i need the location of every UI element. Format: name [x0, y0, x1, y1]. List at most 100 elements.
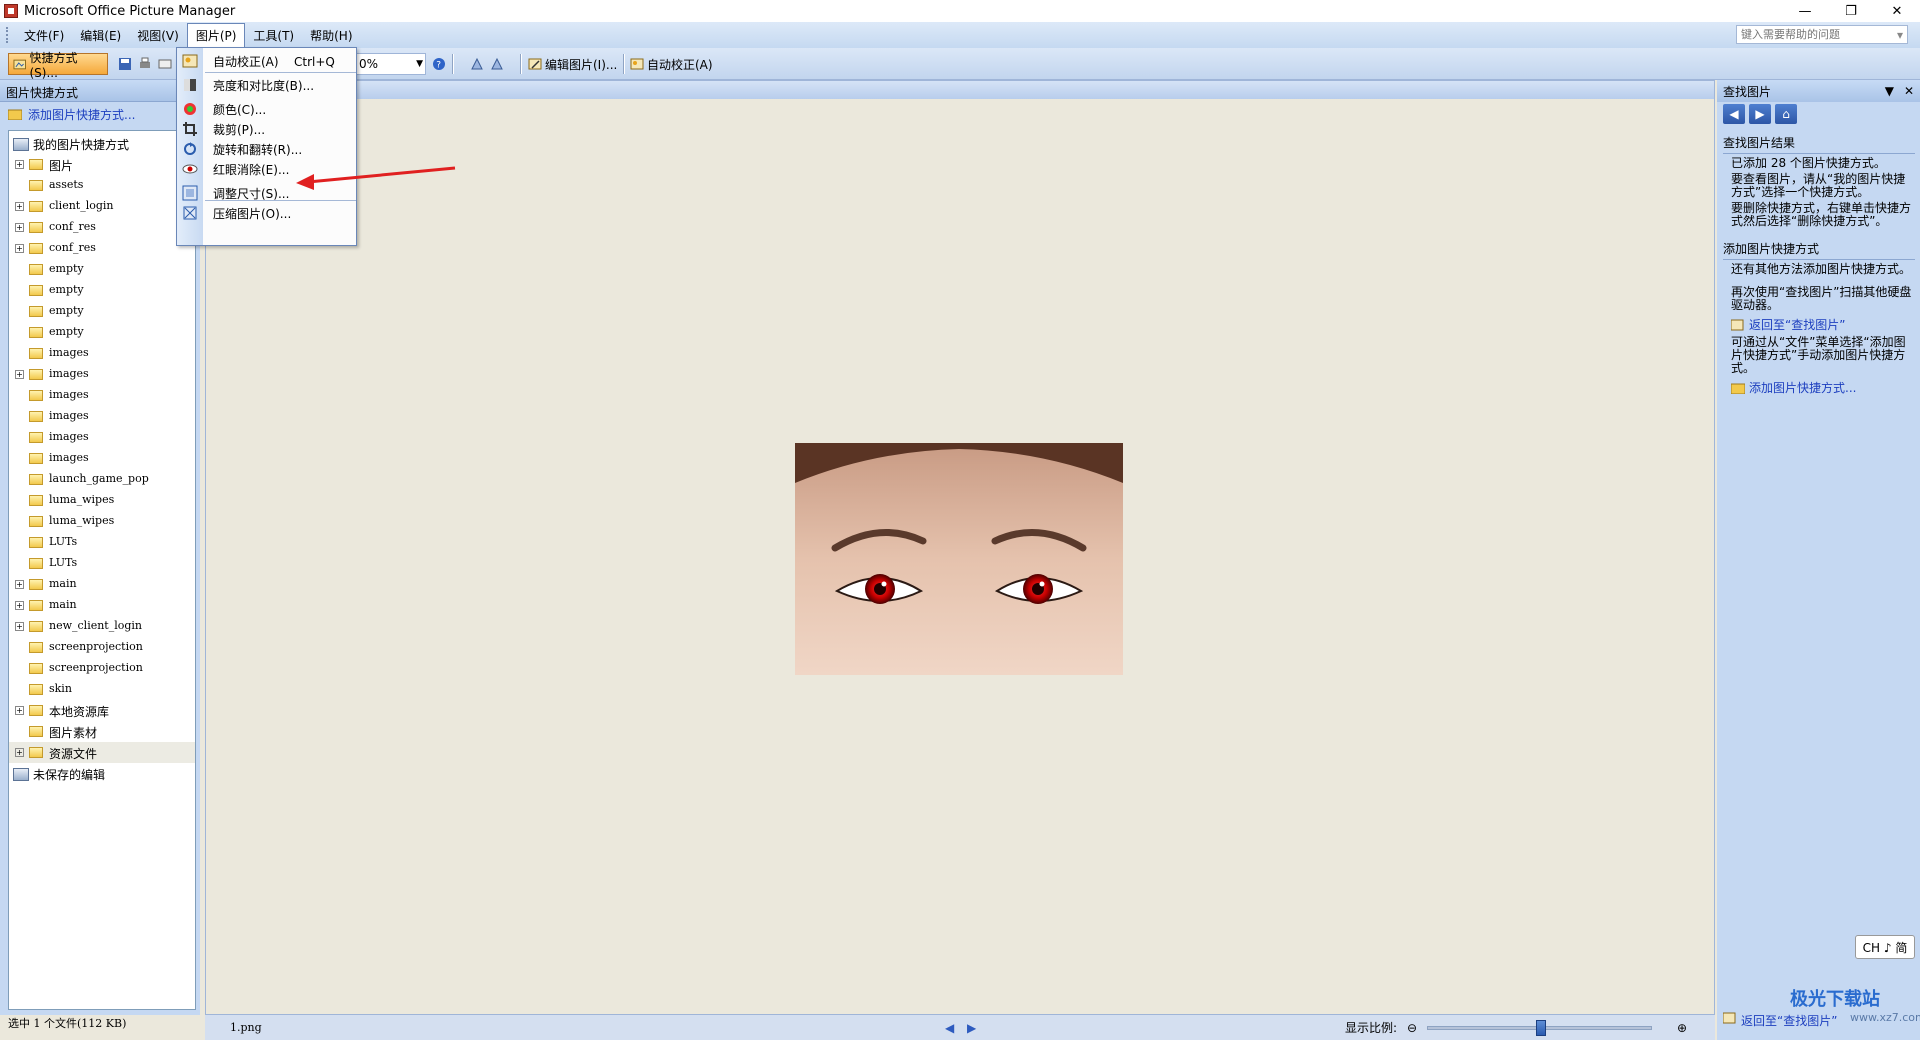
add-shortcut-link[interactable]: 添加图片快捷方式...: [0, 102, 200, 126]
mail-icon[interactable]: [158, 57, 172, 71]
expand-toggle-icon[interactable]: +: [15, 370, 24, 379]
tree-item[interactable]: luma_wipes: [9, 490, 195, 511]
tree-item[interactable]: + main: [9, 574, 195, 595]
zoom-in-icon[interactable]: ⊕: [1677, 1021, 1687, 1035]
tree-item[interactable]: + conf_res: [9, 238, 195, 259]
tree-item[interactable]: launch_game_pop: [9, 469, 195, 490]
tree-item[interactable]: + 资源文件: [9, 742, 195, 763]
rotate-right-icon[interactable]: [490, 57, 504, 71]
results-delete-text: 要删除快捷方式，右键单击快捷方式然后选择“删除快捷方式”。: [1731, 201, 1912, 228]
rotate-left-icon[interactable]: [470, 57, 484, 71]
tree-item[interactable]: skin: [9, 679, 195, 700]
close-button[interactable]: ✕: [1874, 0, 1920, 22]
watermark-url: www.xz7.com: [1850, 1011, 1920, 1024]
print-icon[interactable]: [138, 57, 152, 71]
next-arrow-icon[interactable]: ▶: [967, 1021, 976, 1035]
tree-item[interactable]: + 图片: [9, 154, 195, 175]
tree-root[interactable]: 我的图片快捷方式: [9, 133, 195, 154]
expand-toggle-icon[interactable]: +: [15, 580, 24, 589]
crop-icon: [183, 122, 197, 136]
folder-icon: [29, 369, 43, 380]
tree-item[interactable]: empty: [9, 280, 195, 301]
tree-item[interactable]: LUTs: [9, 532, 195, 553]
face-photo: [795, 443, 1123, 675]
tree-unsaved-edits[interactable]: 未保存的编辑: [9, 763, 195, 784]
tree-item[interactable]: luma_wipes: [9, 511, 195, 532]
shortcuts-icon: [13, 59, 26, 70]
tree-item[interactable]: images: [9, 427, 195, 448]
chevron-down-icon[interactable]: ▼: [416, 59, 423, 69]
zoom-combo[interactable]: 0% ▼: [356, 53, 426, 75]
restore-button[interactable]: ❐: [1828, 0, 1874, 22]
help-icon[interactable]: ?: [432, 57, 446, 71]
forward-icon[interactable]: ▶: [1749, 104, 1771, 124]
expand-toggle-icon[interactable]: +: [15, 748, 24, 757]
previous-arrow-icon[interactable]: ◀: [945, 1021, 954, 1035]
picture-menu-item[interactable]: 压缩图片(O)...: [177, 202, 356, 225]
expand-toggle-icon[interactable]: +: [15, 202, 24, 211]
tree-item[interactable]: + conf_res: [9, 217, 195, 238]
tree-item[interactable]: + 本地资源库: [9, 700, 195, 721]
help-search-box[interactable]: ▾: [1736, 25, 1908, 44]
close-icon[interactable]: ✕: [1904, 84, 1914, 98]
shortcuts-root-icon: [13, 138, 29, 151]
tree-item[interactable]: assets: [9, 175, 195, 196]
preview-header: [206, 81, 1714, 99]
add-shortcut-task-link[interactable]: 添加图片快捷方式...: [1723, 379, 1915, 396]
expand-toggle-icon[interactable]: +: [15, 223, 24, 232]
preview-image[interactable]: [795, 443, 1123, 675]
tree-item[interactable]: empty: [9, 259, 195, 280]
return-locate-link[interactable]: 返回至“查找图片”: [1723, 316, 1915, 333]
locate-pictures-pane: 查找图片 ▼ ✕ ◀ ▶ ⌂ 查找图片结果 已添加 28 个图片快捷方式。 要查…: [1717, 80, 1920, 1040]
expand-toggle-icon[interactable]: +: [15, 244, 24, 253]
menu-tools[interactable]: 工具(T): [245, 24, 302, 47]
auto-correct-label: 自动校正(A): [647, 57, 713, 72]
resize-icon: [182, 185, 198, 201]
home-icon[interactable]: ⌂: [1775, 104, 1797, 124]
menu-help[interactable]: 帮助(H): [302, 24, 360, 47]
menu-picture[interactable]: 图片(P): [186, 23, 246, 47]
shortcuts-button[interactable]: 快捷方式(S)...: [8, 51, 108, 80]
menu-edit[interactable]: 编辑(E): [72, 24, 129, 47]
tree-item[interactable]: images: [9, 448, 195, 469]
toolbar-separator: [520, 54, 522, 74]
picture-menu-item[interactable]: 亮度和对比度(B)...: [177, 74, 356, 97]
back-icon[interactable]: ◀: [1723, 104, 1745, 124]
help-search-input[interactable]: [1741, 28, 1881, 41]
chevron-down-icon[interactable]: ▾: [1897, 28, 1903, 42]
brightness-icon: [184, 79, 196, 91]
auto-correct-button[interactable]: 自动校正(A): [630, 53, 713, 75]
tree-item[interactable]: + images: [9, 364, 195, 385]
menu-view[interactable]: 视图(V): [129, 24, 187, 47]
tree-item[interactable]: images: [9, 385, 195, 406]
minimize-button[interactable]: —: [1782, 0, 1828, 22]
tree-item[interactable]: + new_client_login: [9, 616, 195, 637]
menu-separator: [205, 72, 356, 73]
edit-pictures-button[interactable]: 编辑图片(I)...: [528, 53, 617, 75]
expand-toggle-icon[interactable]: +: [15, 160, 24, 169]
expand-toggle-icon[interactable]: +: [15, 601, 24, 610]
tree-item[interactable]: + client_login: [9, 196, 195, 217]
tree-item[interactable]: 图片素材: [9, 721, 195, 742]
save-icon[interactable]: [118, 57, 132, 71]
tree-item[interactable]: empty: [9, 301, 195, 322]
tree-item[interactable]: screenprojection: [9, 637, 195, 658]
tree-item[interactable]: empty: [9, 322, 195, 343]
picture-menu-item[interactable]: 自动校正(A) Ctrl+Q: [177, 50, 356, 73]
zoom-slider[interactable]: [1427, 1020, 1652, 1036]
tree-item[interactable]: LUTs: [9, 553, 195, 574]
zoom-slider-thumb[interactable]: [1536, 1020, 1546, 1036]
zoom-out-icon[interactable]: ⊖: [1407, 1021, 1417, 1035]
task-pane-nav: ◀ ▶ ⌂: [1717, 102, 1920, 126]
expand-toggle-icon[interactable]: +: [15, 706, 24, 715]
expand-toggle-icon[interactable]: +: [15, 622, 24, 631]
tree-item[interactable]: images: [9, 343, 195, 364]
tree-item[interactable]: screenprojection: [9, 658, 195, 679]
chevron-down-icon[interactable]: ▼: [1885, 84, 1894, 98]
tree-item[interactable]: + main: [9, 595, 195, 616]
menu-file[interactable]: 文件(F): [16, 24, 72, 47]
ime-indicator[interactable]: CH ♪ 简: [1855, 935, 1915, 959]
menubar-grip[interactable]: [6, 27, 10, 43]
tree-item[interactable]: images: [9, 406, 195, 427]
pane-title: 图片快捷方式: [0, 80, 200, 102]
